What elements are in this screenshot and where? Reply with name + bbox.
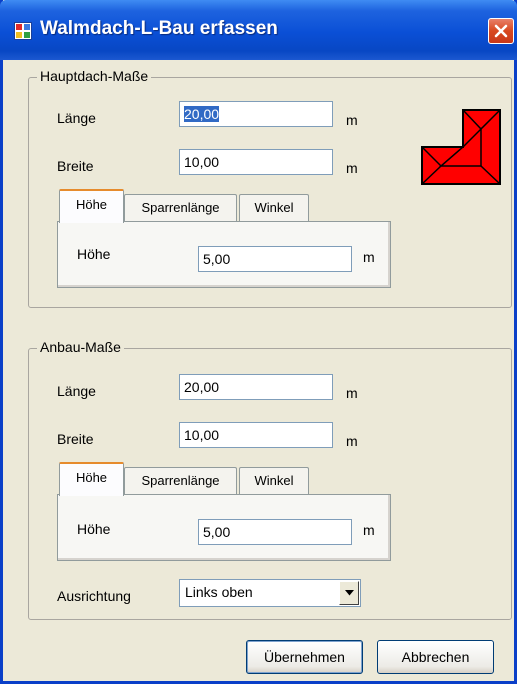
main-width-unit: m <box>346 160 358 176</box>
main-tab-sparrenlaenge[interactable]: Sparrenlänge <box>124 194 237 224</box>
annex-height-unit: m <box>363 522 375 538</box>
window-title: Walmdach-L-Bau erfassen <box>40 18 278 39</box>
l-shaped-hip-roof-icon <box>421 109 501 185</box>
annex-length-input[interactable]: 20,00 <box>179 374 333 400</box>
main-tab-winkel[interactable]: Winkel <box>239 194 309 224</box>
main-length-label: Länge <box>57 110 96 126</box>
close-icon <box>494 24 508 38</box>
main-roof-legend: Hauptdach-Maße <box>37 68 152 84</box>
orientation-value: Links oben <box>185 584 253 600</box>
annex-tab-sparrenlaenge[interactable]: Sparrenlänge <box>124 467 237 497</box>
orientation-label: Ausrichtung <box>57 588 131 604</box>
close-button[interactable] <box>488 18 514 44</box>
annex-length-label: Länge <box>57 383 96 399</box>
annex-width-unit: m <box>346 433 358 449</box>
main-height-label: Höhe <box>77 246 111 262</box>
main-width-label: Breite <box>57 158 94 174</box>
main-length-unit: m <box>346 112 358 128</box>
chevron-down-icon <box>345 590 354 596</box>
main-tab-hoehe[interactable]: Höhe <box>59 189 124 223</box>
annex-height-label: Höhe <box>77 521 111 537</box>
dialog-window: Walmdach-L-Bau erfassen Hauptdach-Maße L… <box>0 0 517 684</box>
app-window-icon <box>14 22 32 40</box>
annex-tab-winkel[interactable]: Winkel <box>239 467 309 497</box>
annex-height-input[interactable]: 5,00 <box>198 519 352 545</box>
main-width-input[interactable]: 10,00 <box>179 149 333 175</box>
annex-width-label: Breite <box>57 431 94 447</box>
orientation-select[interactable]: Links oben <box>179 579 361 607</box>
annex-legend: Anbau-Maße <box>37 339 124 355</box>
main-height-input[interactable]: 5,00 <box>198 246 352 272</box>
main-length-value: 20,00 <box>184 106 220 122</box>
annex-length-unit: m <box>346 385 358 401</box>
cancel-button[interactable]: Abbrechen <box>377 640 494 674</box>
main-height-unit: m <box>363 249 375 265</box>
main-length-input[interactable]: 20,00 <box>179 101 333 127</box>
dropdown-button[interactable] <box>339 581 359 605</box>
title-bar[interactable]: Walmdach-L-Bau erfassen <box>0 0 517 60</box>
apply-button[interactable]: Übernehmen <box>246 640 363 674</box>
annex-width-input[interactable]: 10,00 <box>179 422 333 448</box>
annex-tab-hoehe[interactable]: Höhe <box>59 462 124 496</box>
